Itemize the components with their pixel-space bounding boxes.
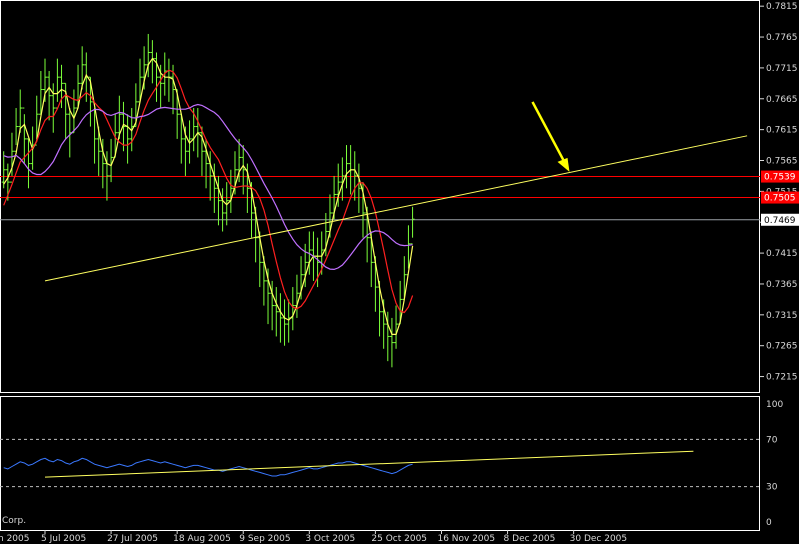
oscillator-plot	[0, 438, 760, 488]
oscillator-tick-label: 30	[766, 483, 778, 493]
current-price-label: 0.7469	[764, 216, 796, 226]
date-tick-label: 3 Oct 2005	[305, 534, 355, 544]
date-tick-label: 8 Dec 2005	[504, 534, 556, 544]
date-tick-label: 5 Jul 2005	[41, 534, 86, 544]
price-tick-label: 0.7665	[766, 95, 798, 105]
price-tick-label: 0.7415	[766, 249, 798, 259]
price-bars	[1, 33, 415, 368]
long-ma-line	[3, 103, 413, 271]
price-tick-label: 0.7765	[766, 33, 798, 43]
price-tick-label: 0.7615	[766, 126, 798, 136]
price-tick-label: 0.7565	[766, 157, 798, 167]
oscillator-trendline	[44, 450, 694, 478]
arrow-shaft	[531, 101, 568, 167]
chart-canvas: 0.7815 0.7765 0.7715 0.7665 0.7615 0.7565 0.75…	[0, 0, 799, 544]
price-marks: 0.7539 0.7505 0.7469	[761, 170, 799, 226]
date-tick-label: 27 Jul 2005	[107, 534, 158, 544]
oscillator-line	[3, 457, 413, 477]
oscillator-axis: 100 70 30 0	[766, 400, 783, 528]
chart-window: 0.7815 0.7765 0.7715 0.7665 0.7615 0.7565 0.75…	[0, 0, 799, 544]
price-tick-label: 0.7315	[766, 311, 798, 321]
price-mark-label: 0.7505	[764, 194, 796, 204]
price-tick-label: 0.7715	[766, 64, 798, 74]
oscillator-tick-label: 100	[766, 400, 783, 410]
price-tick-label: 0.7365	[766, 280, 798, 290]
date-tick-label: 30 Dec 2005	[570, 534, 628, 544]
date-tick-label: 18 Aug 2005	[173, 534, 231, 544]
price-tick-label: 0.7815	[766, 2, 798, 12]
date-tick-label-partial: n 2005	[0, 534, 29, 544]
arrow-annotation	[531, 101, 570, 172]
moving-averages	[3, 57, 414, 335]
price-tick-label: 0.7265	[766, 342, 798, 352]
arrow-head	[557, 157, 570, 172]
oscillator-corner-text: Corp.	[2, 516, 26, 526]
oscillator-tick-label: 0	[766, 518, 772, 528]
oscillator-tick-label: 70	[766, 435, 778, 445]
price-mark-label: 0.7539	[764, 173, 796, 183]
date-tick-label: 16 Nov 2005	[437, 534, 495, 544]
trendlines	[44, 135, 748, 282]
slow-ma-line	[3, 69, 414, 314]
price-tick-label: 0.7215	[766, 373, 798, 383]
price-trendline	[44, 135, 748, 282]
date-tick-label: 25 Oct 2005	[371, 534, 427, 544]
date-tick-label: 9 Sep 2005	[239, 534, 290, 544]
price-level-lines	[0, 176, 760, 221]
date-axis: 5 Jul 2005 27 Jul 2005 18 Aug 2005 9 Sep 20…	[41, 530, 627, 544]
